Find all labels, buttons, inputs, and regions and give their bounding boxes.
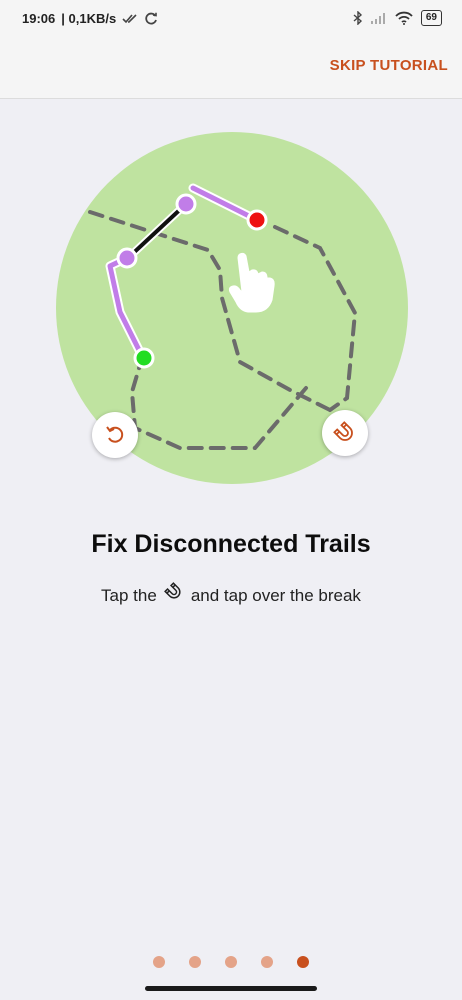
tutorial-instruction: Tap the and tap over the break (0, 582, 462, 606)
instruction-text-start: Tap the (101, 586, 157, 605)
bluetooth-icon (353, 11, 362, 25)
instruction-text-end: and tap over the break (190, 586, 361, 605)
home-indicator[interactable] (145, 986, 317, 991)
page-dot[interactable] (153, 956, 165, 968)
end-point (246, 209, 268, 231)
wifi-icon (395, 11, 413, 25)
page-dot[interactable] (189, 956, 201, 968)
undo-icon (106, 426, 124, 443)
page-dot-active[interactable] (297, 956, 309, 968)
sync-icon (145, 12, 158, 24)
signal-icon (370, 13, 385, 24)
skip-tutorial-button[interactable]: SKIP TUTORIAL (330, 57, 448, 74)
undo-button[interactable] (92, 412, 138, 458)
top-bar: SKIP TUTORIAL (0, 40, 462, 99)
magnet-icon (333, 421, 353, 441)
network-speed: | 0,1KB/s (61, 11, 117, 26)
tutorial-illustration (50, 130, 414, 494)
status-bar: 19:06 | 0,1KB/s 69 (0, 0, 462, 40)
status-left: 19:06 | 0,1KB/s (22, 11, 158, 26)
clock: 19:06 (22, 11, 56, 26)
page-dot[interactable] (261, 956, 273, 968)
start-point (133, 347, 155, 369)
magnet-button[interactable] (322, 410, 368, 456)
page-dot[interactable] (225, 956, 237, 968)
route-point (116, 247, 138, 269)
route-point (175, 193, 197, 215)
double-check-icon (122, 13, 137, 23)
status-right: 69 (353, 10, 442, 26)
pagination-dots (0, 956, 462, 968)
page-title: Fix Disconnected Trails (91, 530, 371, 558)
battery-icon: 69 (420, 10, 442, 26)
magnet-icon (163, 582, 181, 599)
